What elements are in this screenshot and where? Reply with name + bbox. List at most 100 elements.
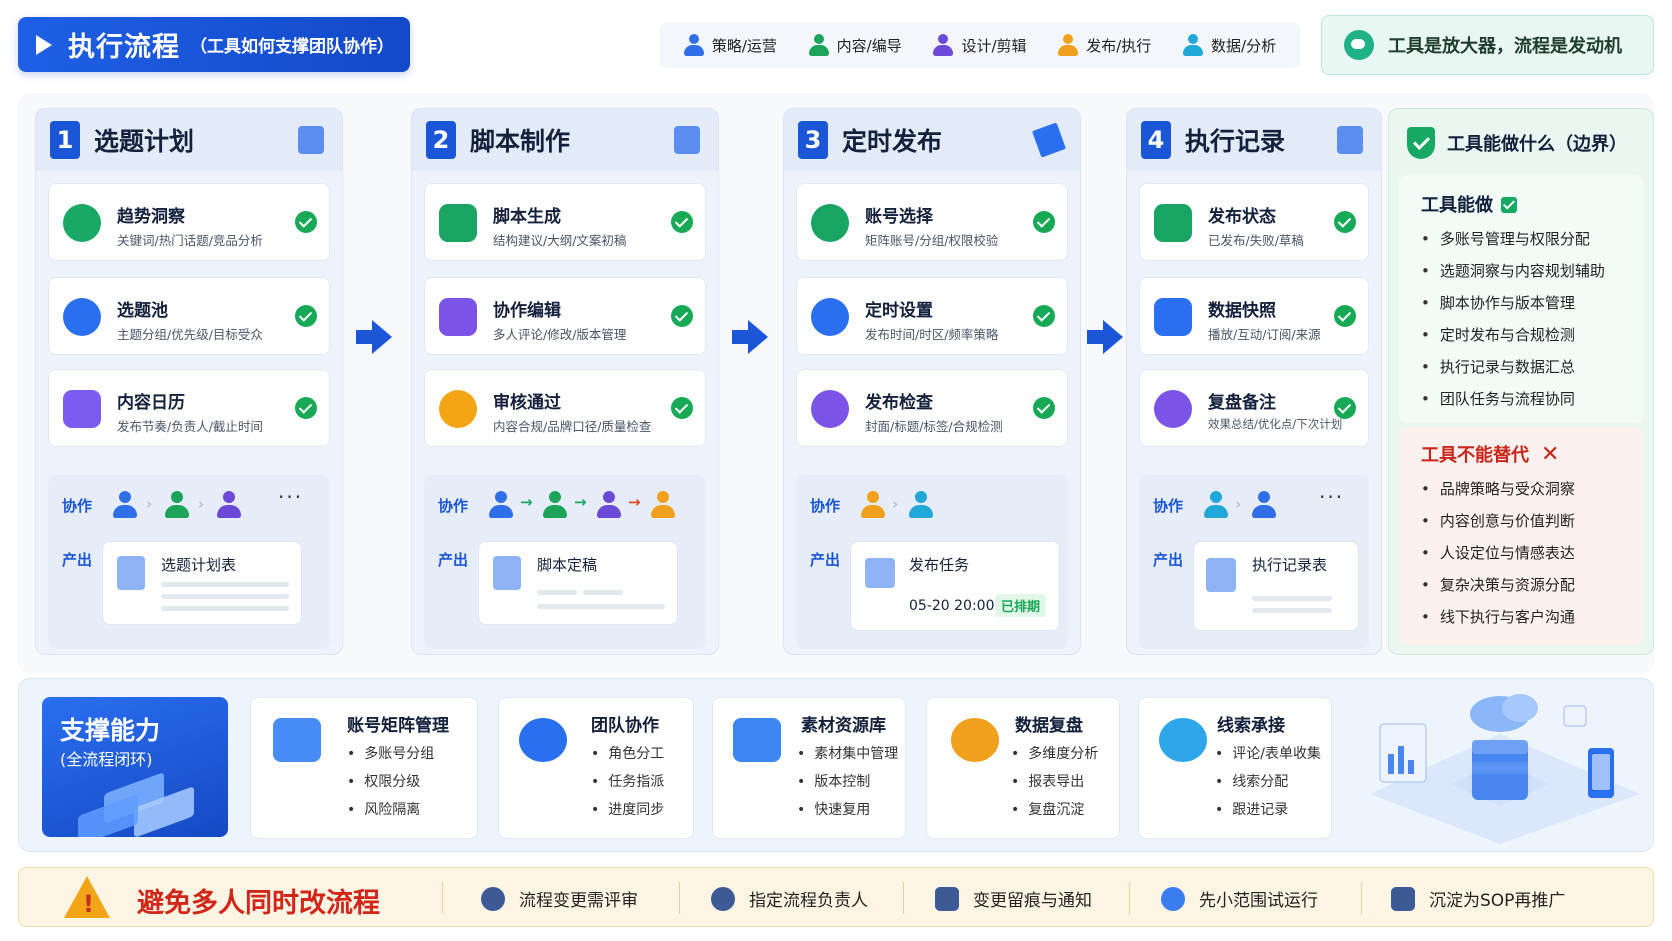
- output-title: 执行记录表: [1252, 556, 1328, 574]
- support-card-title: 线索承接: [1217, 716, 1285, 736]
- support-card-points: 多账号分组 权限分级 风险隔离: [347, 740, 434, 824]
- task-title: 选题池: [117, 301, 168, 321]
- schedule-time: 05-20 20:00: [909, 598, 995, 614]
- task-desc: 封面/标题/标签/合规检测: [865, 419, 1003, 434]
- bar-icon: [1398, 746, 1404, 774]
- task-card[interactable]: 内容日历 发布节奏/负责人/截止时间: [48, 369, 330, 447]
- chat-bubble-icon: [1563, 705, 1587, 727]
- output-card[interactable]: 选题计划表: [102, 541, 302, 625]
- server-block: [1472, 762, 1528, 774]
- warning-title: 避免多人同时改流程: [137, 888, 380, 919]
- support-card-points: 多维度分析 报表导出 复盘沉淀: [1011, 740, 1098, 824]
- support-card-points: 角色分工 任务指派 进度同步: [591, 740, 664, 824]
- check-icon: [671, 211, 693, 233]
- role-label: 发布/执行: [1086, 36, 1152, 55]
- divider: [1129, 882, 1130, 914]
- task-title: 协作编辑: [493, 301, 561, 321]
- doc-icon: [1154, 204, 1192, 242]
- task-card[interactable]: 数据快照 播放/互动/订阅/来源: [1139, 277, 1369, 355]
- list-item: 多账号管理与权限分配: [1421, 223, 1605, 255]
- check-icon: [1033, 305, 1055, 327]
- support-card-leads[interactable]: 线索承接 评论/表单收集 线索分配 跟进记录: [1138, 697, 1332, 839]
- tool-can-box: 工具能做 多账号管理与权限分配 选题洞察与内容规划辅助 脚本协作与版本管理 定时…: [1399, 175, 1643, 423]
- arrow-icon: ›: [1235, 495, 1242, 513]
- support-card-data[interactable]: 数据复盘 多维度分析 报表导出 复盘沉淀: [926, 697, 1120, 839]
- warning-item-label: 流程变更需评审: [519, 891, 638, 911]
- role-label: 设计/剪辑: [961, 36, 1027, 55]
- approve-icon: [439, 390, 477, 428]
- output-card[interactable]: 执行记录表: [1193, 541, 1359, 631]
- pie-icon: [63, 298, 101, 336]
- person-icon: [808, 34, 829, 56]
- person-icon: [908, 491, 934, 519]
- list-item: 素材集中管理: [797, 740, 898, 768]
- check-icon: [1334, 397, 1356, 419]
- list-item: 线索分配: [1215, 768, 1321, 796]
- arrow-icon: ›: [198, 495, 205, 513]
- task-card[interactable]: 协作编辑 多人评论/修改/版本管理: [424, 277, 706, 355]
- task-desc: 效果总结/优化点/下次计划: [1208, 417, 1343, 431]
- task-card[interactable]: 脚本生成 结构建议/大纲/文案初稿: [424, 183, 706, 261]
- task-card[interactable]: 选题池 主题分组/优先级/目标受众: [48, 277, 330, 355]
- task-card[interactable]: 审核通过 内容合规/品牌口径/质量检查: [424, 369, 706, 447]
- step-header: 4 执行记录: [1127, 109, 1381, 171]
- person-icon: [216, 491, 242, 519]
- divider: [679, 882, 680, 914]
- support-card-points: 评论/表单收集 线索分配 跟进记录: [1215, 740, 1321, 824]
- list-item: 多维度分析: [1011, 740, 1098, 768]
- server-illustration: [1370, 694, 1640, 844]
- list-item: 复杂决策与资源分配: [1421, 569, 1575, 601]
- warning-bar: ! 避免多人同时改流程 流程变更需评审 指定流程负责人 变更留痕与通知 先小范围…: [18, 867, 1654, 927]
- task-card[interactable]: 发布状态 已发布/失败/草稿: [1139, 183, 1369, 261]
- collab-label: 协作: [810, 497, 841, 515]
- support-card-team[interactable]: 团队协作 角色分工 任务指派 进度同步: [498, 697, 694, 839]
- group-icon: [481, 886, 505, 911]
- play-icon: [36, 34, 52, 55]
- more-icon: ···: [278, 485, 304, 509]
- person-icon: [933, 34, 954, 56]
- task-card[interactable]: 定时设置 发布时间/时区/频率策略: [796, 277, 1068, 355]
- task-title: 审核通过: [493, 393, 561, 413]
- task-card[interactable]: 趋势洞察 关键词/热门话题/竞品分析: [48, 183, 330, 261]
- comment-icon: [1154, 390, 1192, 428]
- document-icon: [493, 556, 521, 590]
- list-item: 权限分级: [347, 768, 434, 796]
- check-icon: [1033, 397, 1055, 419]
- support-subtitle: (全流程闭环): [60, 750, 153, 769]
- task-card[interactable]: 复盘备注 效果总结/优化点/下次计划: [1139, 369, 1369, 447]
- support-card-assets[interactable]: 素材资源库 素材集中管理 版本控制 快速复用: [712, 697, 906, 839]
- target-icon: [63, 204, 101, 242]
- list-item: 线下执行与客户沟通: [1421, 601, 1575, 633]
- step-number: 2: [426, 121, 456, 159]
- check-icon: [295, 397, 317, 419]
- task-desc: 结构建议/大纲/文案初稿: [493, 233, 627, 248]
- output-label: 产出: [1153, 551, 1184, 569]
- output-card[interactable]: 脚本定稿: [478, 541, 678, 625]
- check-icon: [1334, 211, 1356, 233]
- task-card[interactable]: 账号选择 矩阵账号/分组/权限校验: [796, 183, 1068, 261]
- check-icon: [671, 397, 693, 419]
- role-data: 数据/分析: [1183, 34, 1276, 56]
- ai-icon: [439, 204, 477, 242]
- support-card-accounts[interactable]: 账号矩阵管理 多账号分组 权限分级 风险隔离: [250, 697, 478, 839]
- list-item: 内容创意与价值判断: [1421, 505, 1575, 537]
- step-header: 2 脚本制作: [412, 109, 718, 171]
- list-item: 多账号分组: [347, 740, 434, 768]
- output-card[interactable]: 发布任务 05-20 20:00 已排期: [850, 541, 1060, 631]
- warning-item-label: 指定流程负责人: [749, 891, 868, 911]
- list-item: 品牌策略与受众洞察: [1421, 473, 1575, 505]
- collab-output-box: 协作 › 产出 发布任务 05-20 20:00 已排期: [796, 475, 1068, 649]
- person-icon: [711, 886, 735, 911]
- arrow-icon: ›: [146, 495, 153, 513]
- output-title: 选题计划表: [161, 556, 237, 574]
- close-icon: ✕: [1541, 442, 1560, 467]
- text-placeholder: [537, 604, 665, 609]
- task-desc: 关键词/热门话题/竞品分析: [117, 233, 263, 248]
- warning-item: 变更留痕与通知: [935, 886, 1092, 911]
- support-card-title: 团队协作: [591, 716, 659, 736]
- text-placeholder: [1252, 596, 1332, 601]
- warning-item: 先小范围试运行: [1161, 886, 1318, 911]
- collab-label: 协作: [1153, 497, 1184, 515]
- task-card[interactable]: 发布检查 封面/标题/标签/合规检测: [796, 369, 1068, 447]
- list-item: 评论/表单收集: [1215, 740, 1321, 768]
